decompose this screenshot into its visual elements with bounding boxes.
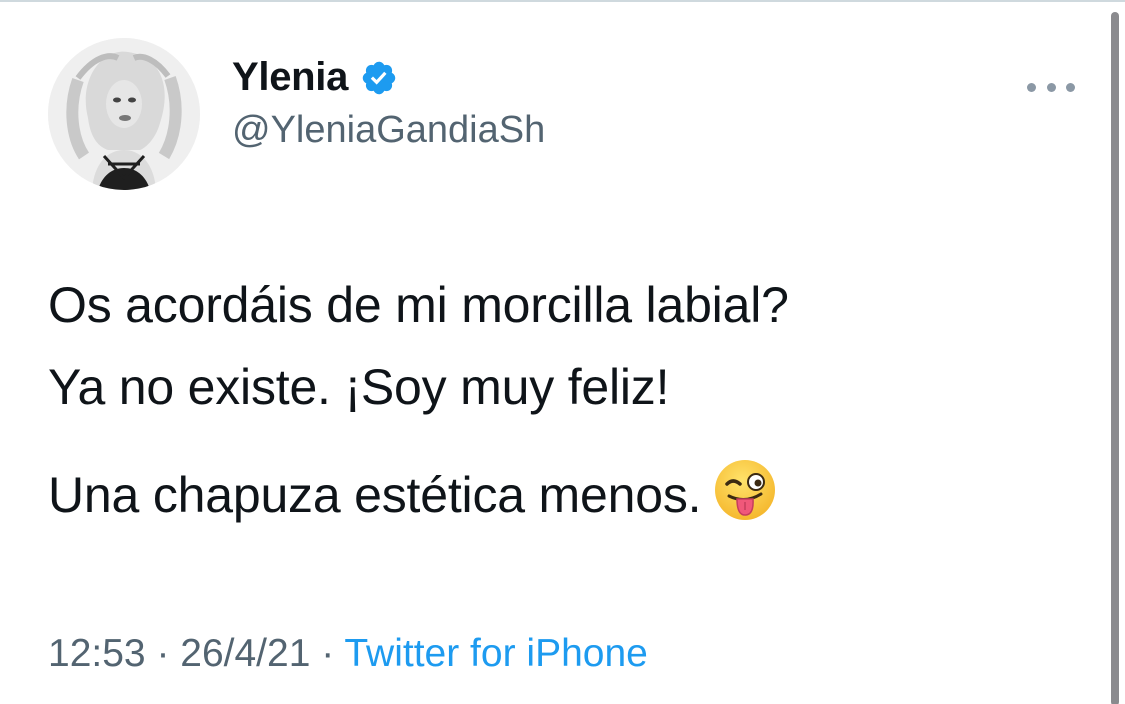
more-dot xyxy=(1046,82,1056,92)
tweet-line: Ya no existe. ¡Soy muy feliz! xyxy=(48,359,670,415)
tweet-line: Una chapuza estética menos. xyxy=(48,467,702,523)
more-dot xyxy=(1066,82,1075,92)
display-name[interactable]: Ylenia xyxy=(232,55,348,100)
more-dot xyxy=(1027,82,1036,92)
name-row: Ylenia xyxy=(232,53,545,103)
tweet-header: Ylenia @YleniaGandiaSh xyxy=(48,38,545,190)
tweet-card: Ylenia @YleniaGandiaSh Os acordáis de mi… xyxy=(0,0,1125,704)
tweet-date[interactable]: 26/4/21 xyxy=(180,632,310,675)
meta-separator: · xyxy=(145,632,181,675)
profile-photo-icon xyxy=(48,38,200,190)
verified-badge-icon xyxy=(362,61,396,94)
scrollbar[interactable] xyxy=(1111,12,1119,704)
user-handle[interactable]: @YleniaGandiaSh xyxy=(232,109,545,152)
avatar[interactable] xyxy=(48,38,200,190)
author-names: Ylenia @YleniaGandiaSh xyxy=(232,53,545,152)
tweet-meta: 12:53 · 26/4/21 · Twitter for iPhone xyxy=(48,632,648,676)
tweet-text: Os acordáis de mi morcilla labial? Ya no… xyxy=(48,264,1048,536)
meta-separator: · xyxy=(310,632,345,675)
more-options-icon[interactable] xyxy=(1027,72,1075,102)
tweet-time[interactable]: 12:53 xyxy=(48,632,146,675)
winking-face-with-tongue-icon xyxy=(715,460,776,520)
tweet-line: Os acordáis de mi morcilla labial? xyxy=(48,277,789,333)
tweet-source-link[interactable]: Twitter for iPhone xyxy=(344,632,647,675)
tweet-line-with-emoji: Una chapuza estética menos. xyxy=(48,454,1048,536)
